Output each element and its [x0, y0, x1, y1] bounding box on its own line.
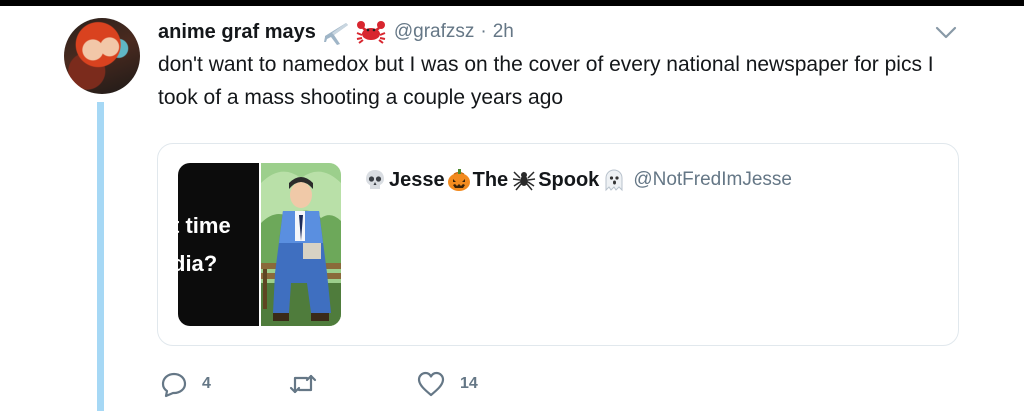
reply-button[interactable]: 4	[160, 370, 211, 398]
tweet-text: don't want to namedox but I was on the c…	[158, 53, 934, 109]
reply-count: 4	[202, 375, 211, 392]
tweet-header: anime graf mays @grafzsz · 2h	[158, 18, 514, 46]
media-anime-image	[261, 163, 341, 326]
author-avatar[interactable]	[64, 18, 140, 94]
retweet-button[interactable]	[288, 370, 332, 398]
author-handle[interactable]: @grafzsz	[394, 21, 475, 43]
quoted-name-part-1[interactable]: Jesse	[389, 169, 445, 192]
quoted-tweet-header: Jesse The Spook @NotFredImJesse	[363, 164, 792, 196]
crab-icon	[356, 19, 386, 45]
quoted-name-part-3[interactable]: Spook	[538, 169, 599, 192]
ghost-icon	[603, 168, 625, 192]
spider-icon	[512, 168, 536, 192]
like-count: 14	[460, 375, 478, 392]
heart-icon	[417, 371, 445, 397]
media-dark-panel: t time dia?	[178, 163, 259, 326]
quoted-name-part-2[interactable]: The	[473, 169, 509, 192]
airplane-icon	[322, 18, 350, 46]
chevron-down-icon[interactable]	[934, 22, 958, 42]
media-caption-line-1: t time	[178, 213, 231, 238]
top-status-bar	[0, 0, 1024, 6]
quoted-handle[interactable]: @NotFredImJesse	[633, 169, 792, 191]
author-name[interactable]: anime graf mays	[158, 21, 316, 44]
media-caption-line-2: dia?	[178, 251, 218, 276]
skull-icon	[363, 168, 387, 192]
quoted-tweet-card[interactable]: t time dia?	[157, 143, 959, 346]
thread-connector-line	[97, 102, 104, 411]
retweet-icon	[289, 374, 317, 394]
like-button[interactable]: 14	[416, 370, 478, 398]
tweet-timestamp[interactable]: 2h	[493, 21, 514, 43]
pumpkin-icon	[446, 167, 472, 193]
reply-icon	[161, 372, 187, 398]
header-separator: ·	[480, 21, 487, 42]
quoted-tweet-media[interactable]: t time dia?	[178, 163, 341, 326]
